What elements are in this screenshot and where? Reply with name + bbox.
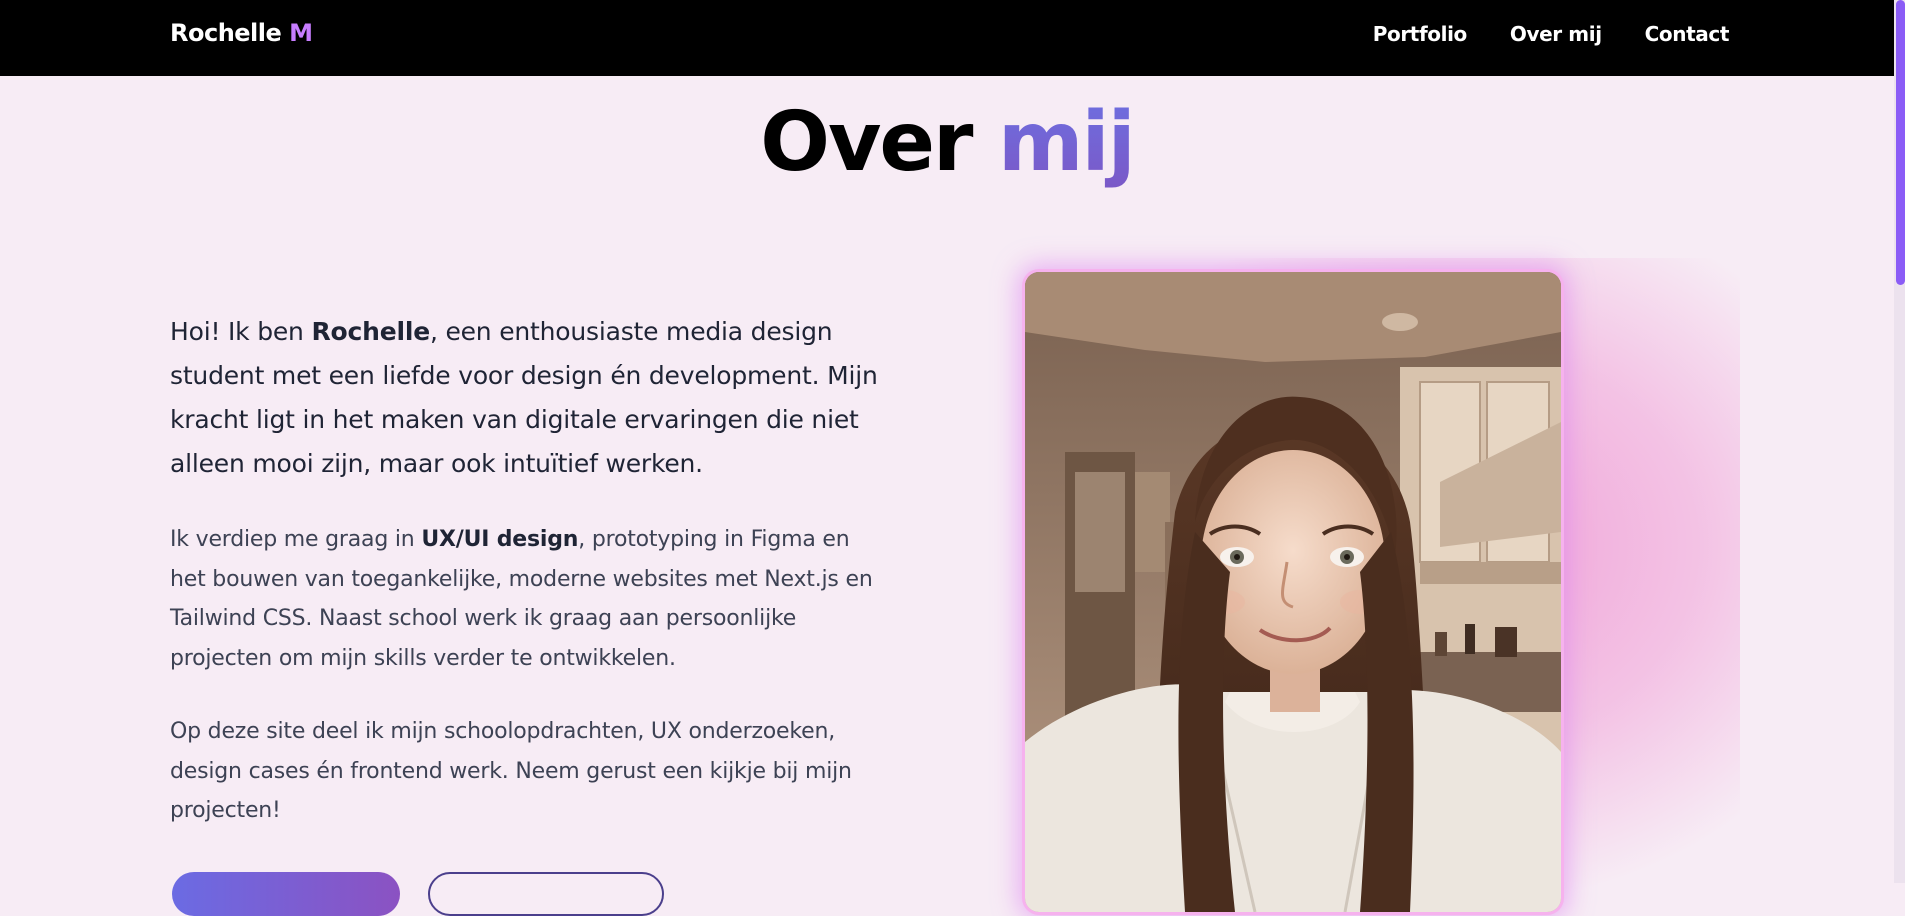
nav-link-portfolio[interactable]: Portfolio [1373,22,1468,46]
scrollbar-thumb[interactable] [1896,0,1905,285]
intro-prefix: Hoi! Ik ben [170,317,312,346]
secondary-cta-button[interactable] [428,872,664,916]
skills-highlight: UX/UI design [421,527,579,552]
scrollbar-track[interactable] [1894,0,1905,883]
site-purpose-paragraph: Op deze site deel ik mijn schoolopdracht… [170,719,852,823]
profile-photo [1025,272,1561,912]
profile-photo-frame [1025,272,1561,912]
brand-accent-initial: M [289,19,313,47]
brand-logo[interactable]: Rochelle M [170,19,313,47]
skills-paragraph: Ik verdiep me graag in UX/UI design, pro… [170,520,875,678]
intro-name: Rochelle [311,317,430,346]
nav-links: Portfolio Over mij Contact [1330,22,1730,46]
page-title-main: Over [760,95,973,190]
nav-link-contact[interactable]: Contact [1645,22,1730,46]
intro-paragraph: Hoi! Ik ben Rochelle, een enthousiaste m… [170,310,880,486]
page-title: Over mij [0,88,1894,198]
top-navbar: Rochelle M Portfolio Over mij Contact [0,0,1894,76]
brand-name: Rochelle [170,19,282,47]
primary-cta-button[interactable] [172,872,400,916]
nav-link-over-mij[interactable]: Over mij [1510,22,1602,46]
skills-prefix: Ik verdiep me graag in [170,527,422,552]
page-title-accent: mij [998,95,1136,190]
